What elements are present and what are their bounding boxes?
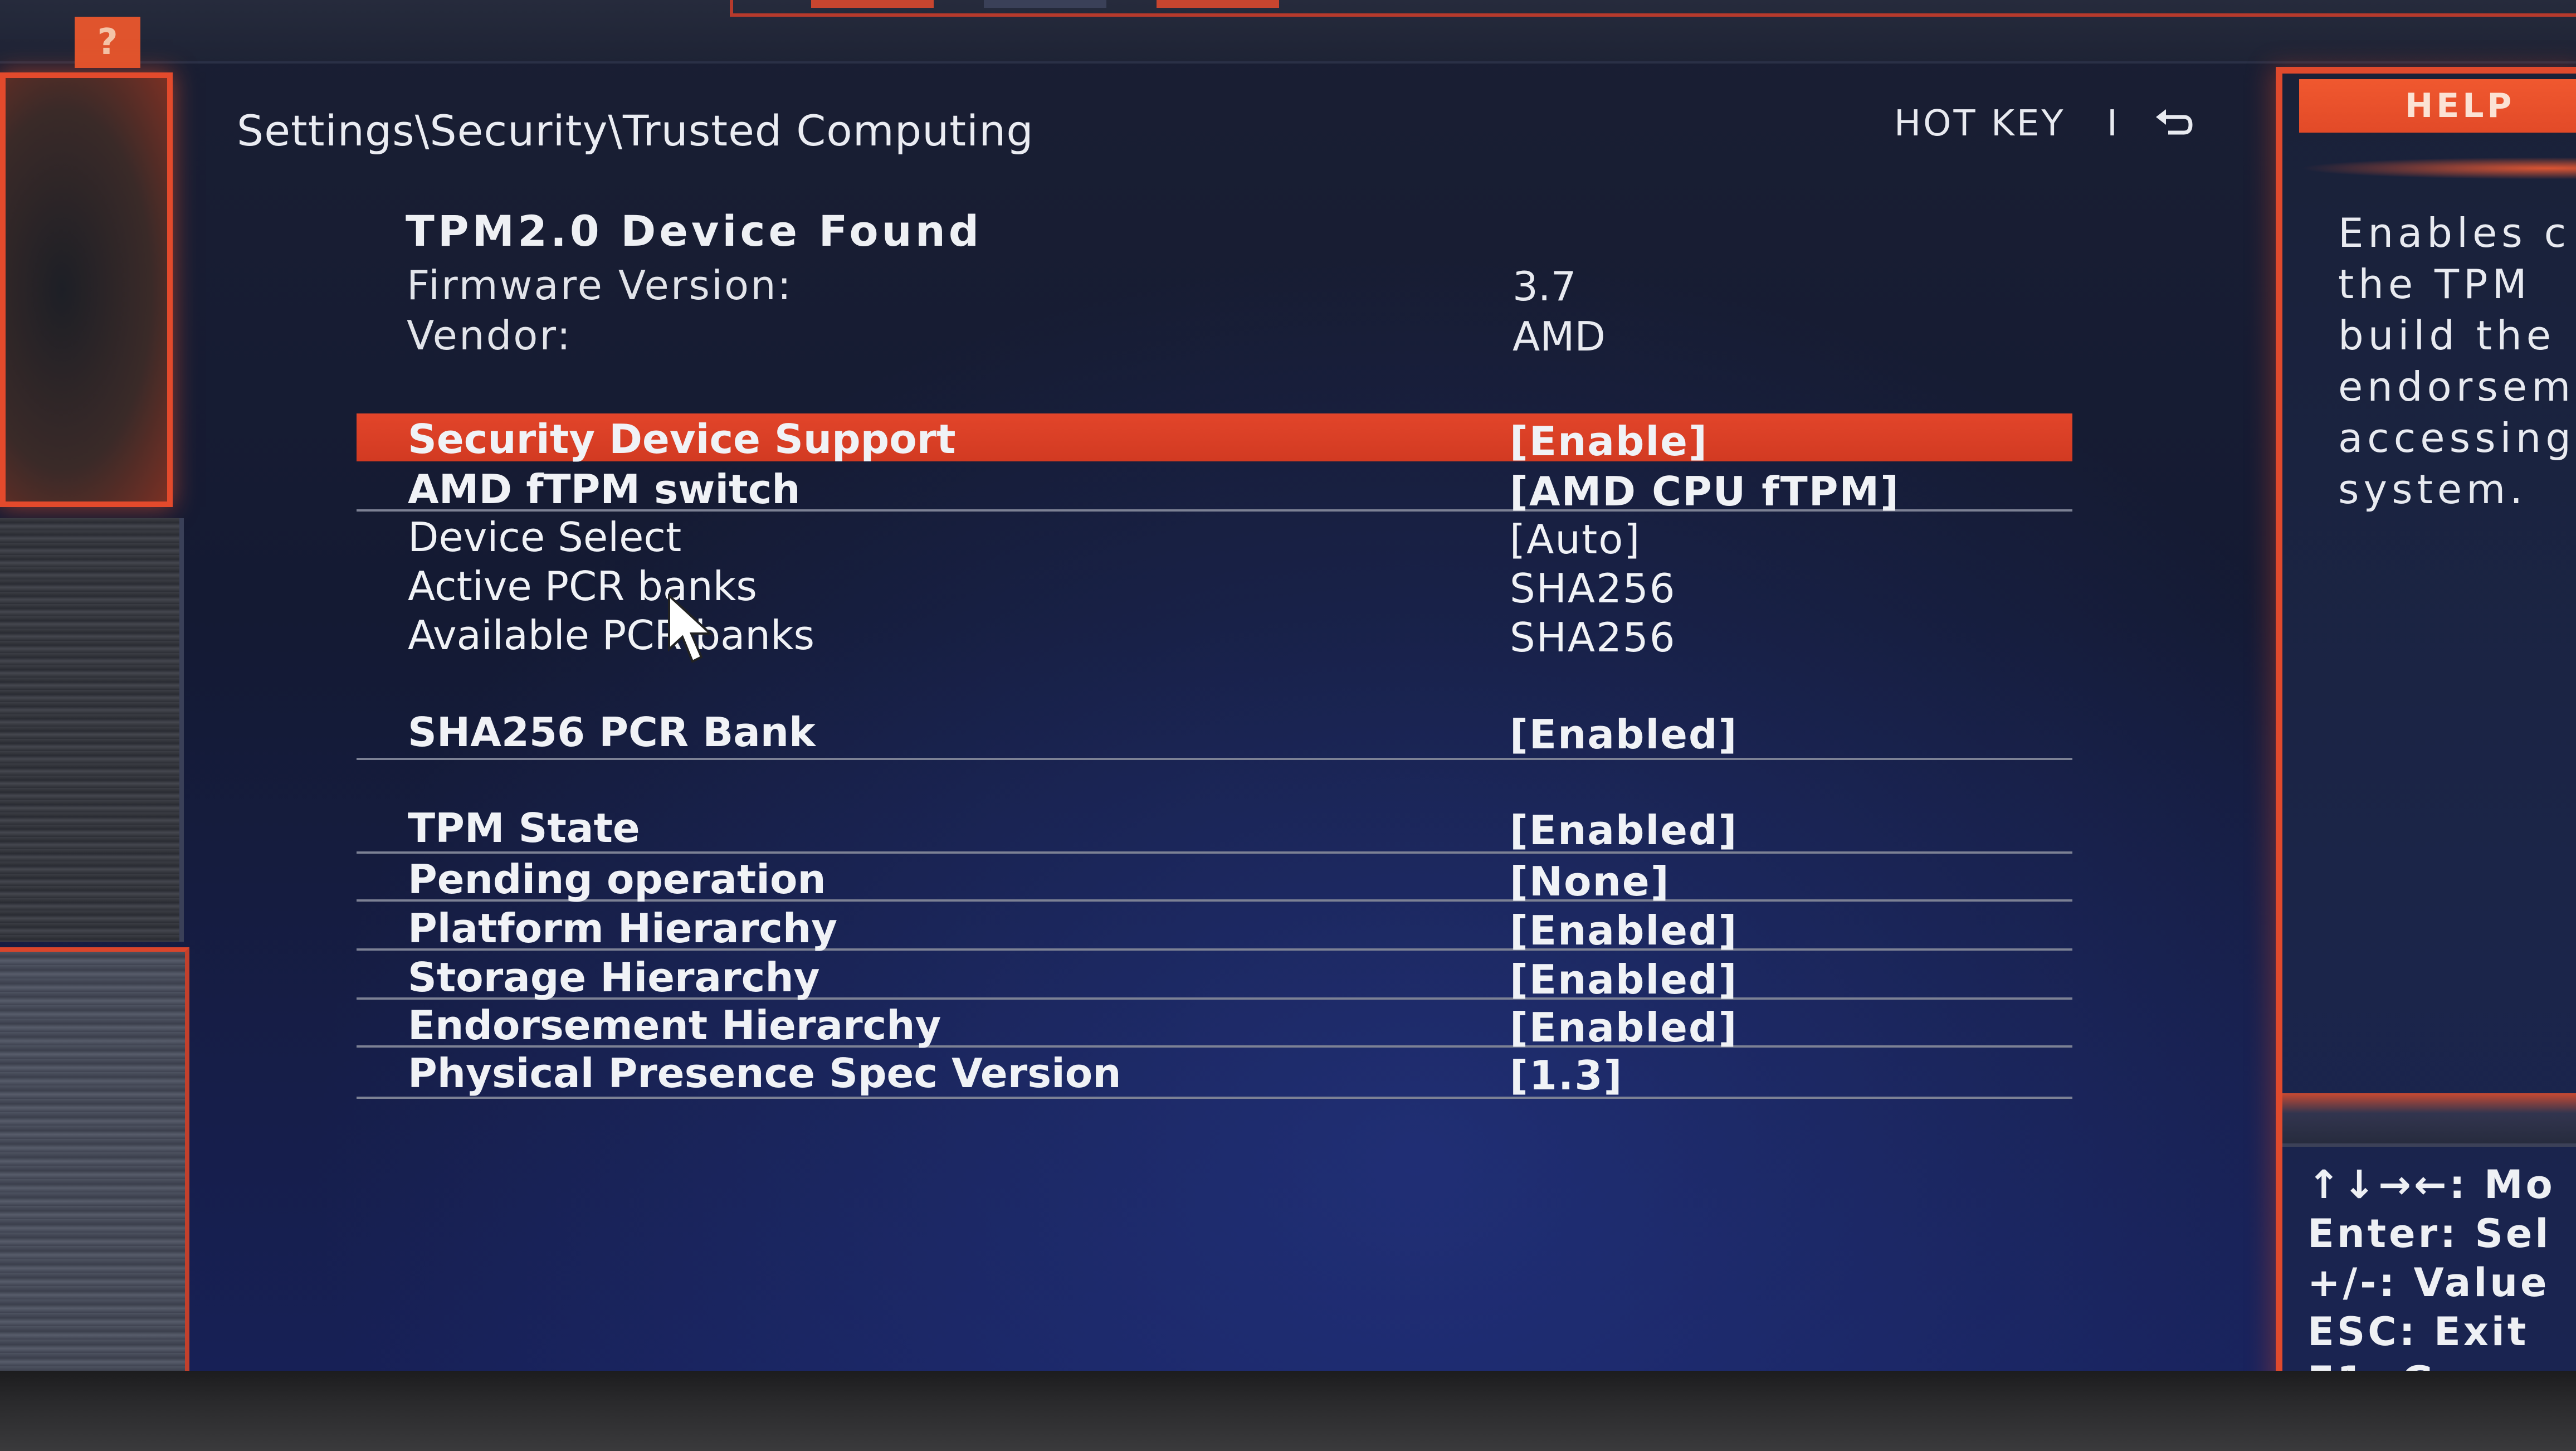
vendor-label: Vendor: bbox=[407, 312, 572, 359]
key-legend-enter: Enter: Sel bbox=[2307, 1211, 2551, 1257]
setting-label: Device Select bbox=[408, 514, 682, 561]
setting-row-physical-presence-spec-version[interactable]: Physical Presence Spec Version [1.3] bbox=[357, 1048, 2072, 1099]
key-legend-move: ↑↓→←: Mo bbox=[2307, 1162, 2555, 1207]
setting-label: Endorsement Hierarchy bbox=[408, 1002, 941, 1049]
setting-value: SHA256 bbox=[1510, 614, 1676, 661]
setting-value[interactable]: [Auto] bbox=[1510, 516, 1641, 563]
setting-value[interactable]: [Enabled] bbox=[1510, 956, 1738, 1003]
setting-value[interactable]: [Enabled] bbox=[1510, 907, 1738, 954]
setting-row-security-device-support[interactable]: Security Device Support [Enable] bbox=[357, 413, 2072, 465]
setting-label: Physical Presence Spec Version bbox=[408, 1050, 1121, 1097]
setting-row-sha256-pcr-bank[interactable]: SHA256 PCR Bank [Enabled] bbox=[357, 707, 2072, 760]
help-line: Enables c bbox=[2338, 210, 2571, 256]
setting-value[interactable]: [Enabled] bbox=[1510, 711, 1738, 758]
setting-value[interactable]: [None] bbox=[1510, 858, 1670, 905]
setting-value[interactable]: [AMD CPU fTPM] bbox=[1510, 468, 1900, 515]
help-line: accessing bbox=[2338, 415, 2575, 461]
vendor-value: AMD bbox=[1513, 313, 1606, 360]
mouse-cursor-icon bbox=[668, 593, 714, 663]
hotkey-button[interactable]: HOT KEY bbox=[1894, 103, 2065, 144]
setting-value: SHA256 bbox=[1510, 565, 1676, 612]
setting-row-tpm-state[interactable]: TPM State [Enabled] bbox=[357, 802, 2072, 854]
setting-label: Pending operation bbox=[408, 856, 826, 903]
setting-value[interactable]: [Enabled] bbox=[1510, 807, 1738, 854]
top-tab-strip bbox=[730, 0, 2576, 17]
bios-screen: ? Settings\Security\Trusted Computing HO… bbox=[0, 0, 2576, 1415]
top-menu-bar bbox=[0, 0, 2576, 64]
help-line: build the bbox=[2338, 312, 2556, 359]
setting-value[interactable]: [Enable] bbox=[1510, 418, 1708, 465]
setting-label: Platform Hierarchy bbox=[408, 905, 838, 952]
setting-label: Storage Hierarchy bbox=[408, 954, 820, 1001]
help-panel: HELP Enables c the TPM build the endorse… bbox=[2276, 67, 2576, 1415]
breadcrumb: Settings\Security\Trusted Computing bbox=[237, 106, 1034, 155]
firmware-version-label: Firmware Version: bbox=[407, 262, 793, 309]
setting-label: Available PCR banks bbox=[408, 612, 815, 659]
return-arrow-icon[interactable] bbox=[2151, 105, 2196, 149]
firmware-version-value: 3.7 bbox=[1513, 263, 1577, 310]
top-tab-1[interactable] bbox=[811, 0, 934, 8]
setting-label: SHA256 PCR Bank bbox=[408, 709, 816, 756]
help-title-glow bbox=[2299, 157, 2576, 179]
setting-row-available-pcr-banks: Available PCR banks SHA256 bbox=[357, 610, 2072, 661]
setting-row-endorsement-hierarchy[interactable]: Endorsement Hierarchy [Enabled] bbox=[357, 1000, 2072, 1051]
sidebar-oc-tile[interactable] bbox=[0, 518, 184, 942]
setting-row-amd-ftpm-switch[interactable]: AMD fTPM switch [AMD CPU fTPM] bbox=[357, 464, 2072, 515]
setting-row-pending-operation[interactable]: Pending operation [None] bbox=[357, 854, 2072, 905]
help-line: the TPM bbox=[2338, 261, 2531, 308]
key-legend: ↑↓→←: Mo Enter: Sel +/-: Value ESC: Exit… bbox=[2307, 1160, 2576, 1405]
setting-row-device-select[interactable]: Device Select [Auto] bbox=[357, 512, 2072, 563]
setting-label: TPM State bbox=[408, 805, 640, 851]
help-line: endorsem bbox=[2338, 363, 2575, 410]
key-legend-value: +/-: Value bbox=[2307, 1260, 2550, 1306]
help-description: Enables c the TPM build the endorsem acc… bbox=[2338, 207, 2576, 515]
top-tab-2[interactable] bbox=[984, 0, 1106, 8]
help-line: system. bbox=[2338, 466, 2528, 513]
help-divider bbox=[2282, 1093, 2576, 1147]
setting-label: AMD fTPM switch bbox=[408, 466, 801, 513]
setting-label: Security Device Support bbox=[408, 416, 956, 462]
setting-value[interactable]: [Enabled] bbox=[1510, 1004, 1738, 1051]
hotkey-separator: I bbox=[2107, 103, 2118, 144]
tpm-device-heading: TPM2.0 Device Found bbox=[406, 206, 983, 256]
setting-row-active-pcr-banks: Active PCR banks SHA256 bbox=[357, 561, 2072, 612]
key-legend-esc: ESC: Exit bbox=[2307, 1309, 2529, 1355]
top-tab-3[interactable] bbox=[1157, 0, 1279, 8]
sidebar-settings-tile[interactable] bbox=[0, 72, 173, 507]
sidebar-mflash-tile[interactable] bbox=[0, 947, 189, 1371]
setting-row-platform-hierarchy[interactable]: Platform Hierarchy [Enabled] bbox=[357, 903, 2072, 954]
monitor-bezel bbox=[0, 1371, 2576, 1451]
help-title: HELP bbox=[2299, 79, 2576, 133]
help-question-button[interactable]: ? bbox=[75, 17, 140, 68]
setting-row-storage-hierarchy[interactable]: Storage Hierarchy [Enabled] bbox=[357, 952, 2072, 1003]
setting-value[interactable]: [1.3] bbox=[1510, 1052, 1623, 1099]
